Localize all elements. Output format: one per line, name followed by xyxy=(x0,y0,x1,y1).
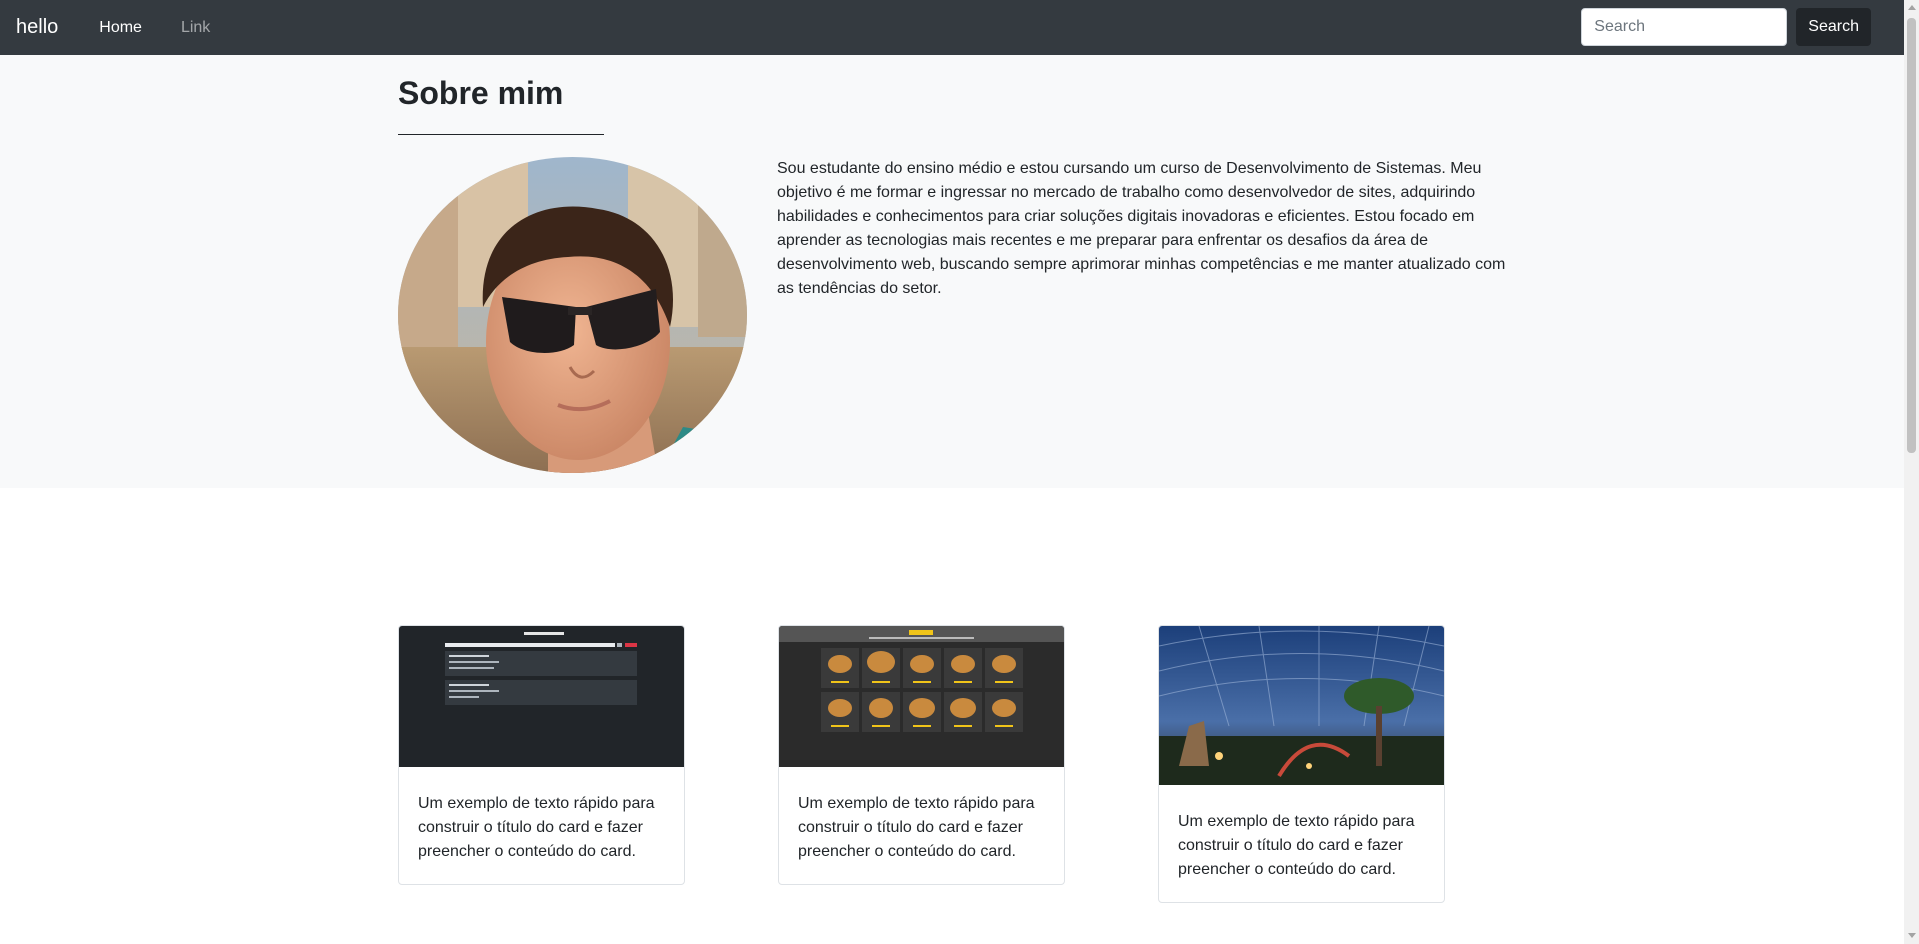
card-text: Um exemplo de texto rápido para construi… xyxy=(1178,813,1415,878)
navbar: hello Home Link Search xyxy=(0,0,1904,55)
scroll-up-icon[interactable] xyxy=(1908,5,1916,10)
navbar-brand[interactable]: hello xyxy=(16,16,58,39)
about-description: Sou estudante do ensino médio e estou cu… xyxy=(777,160,1506,297)
profile-photo xyxy=(398,157,747,473)
search-form: Search xyxy=(1581,8,1871,46)
card-image-user-search xyxy=(399,626,684,772)
project-card-1[interactable]: Um exemplo de texto rápido para construi… xyxy=(398,625,685,885)
about-section: Sobre mim Sou estudante do ensino médio … xyxy=(0,55,1904,488)
search-input[interactable] xyxy=(1581,8,1788,46)
project-card-3[interactable]: Um exemplo de texto rápido para construi… xyxy=(1158,625,1445,903)
about-title: Sobre mim xyxy=(398,75,564,111)
project-card-2[interactable]: Um exemplo de texto rápido para construi… xyxy=(778,625,1065,885)
page-scrollbar[interactable] xyxy=(1904,0,1919,944)
card-image-burger-menu xyxy=(779,626,1064,772)
search-button[interactable]: Search xyxy=(1796,8,1871,46)
scrollbar-thumb[interactable] xyxy=(1907,18,1916,453)
card-text: Um exemplo de texto rápido para construi… xyxy=(418,795,655,860)
nav-link-link[interactable]: Link xyxy=(181,19,210,37)
about-divider xyxy=(398,134,604,135)
nav-link-home[interactable]: Home xyxy=(99,19,142,37)
scroll-down-icon[interactable] xyxy=(1908,933,1916,938)
card-text: Um exemplo de texto rápido para construi… xyxy=(798,795,1035,860)
card-image-theme-park xyxy=(1159,626,1444,790)
